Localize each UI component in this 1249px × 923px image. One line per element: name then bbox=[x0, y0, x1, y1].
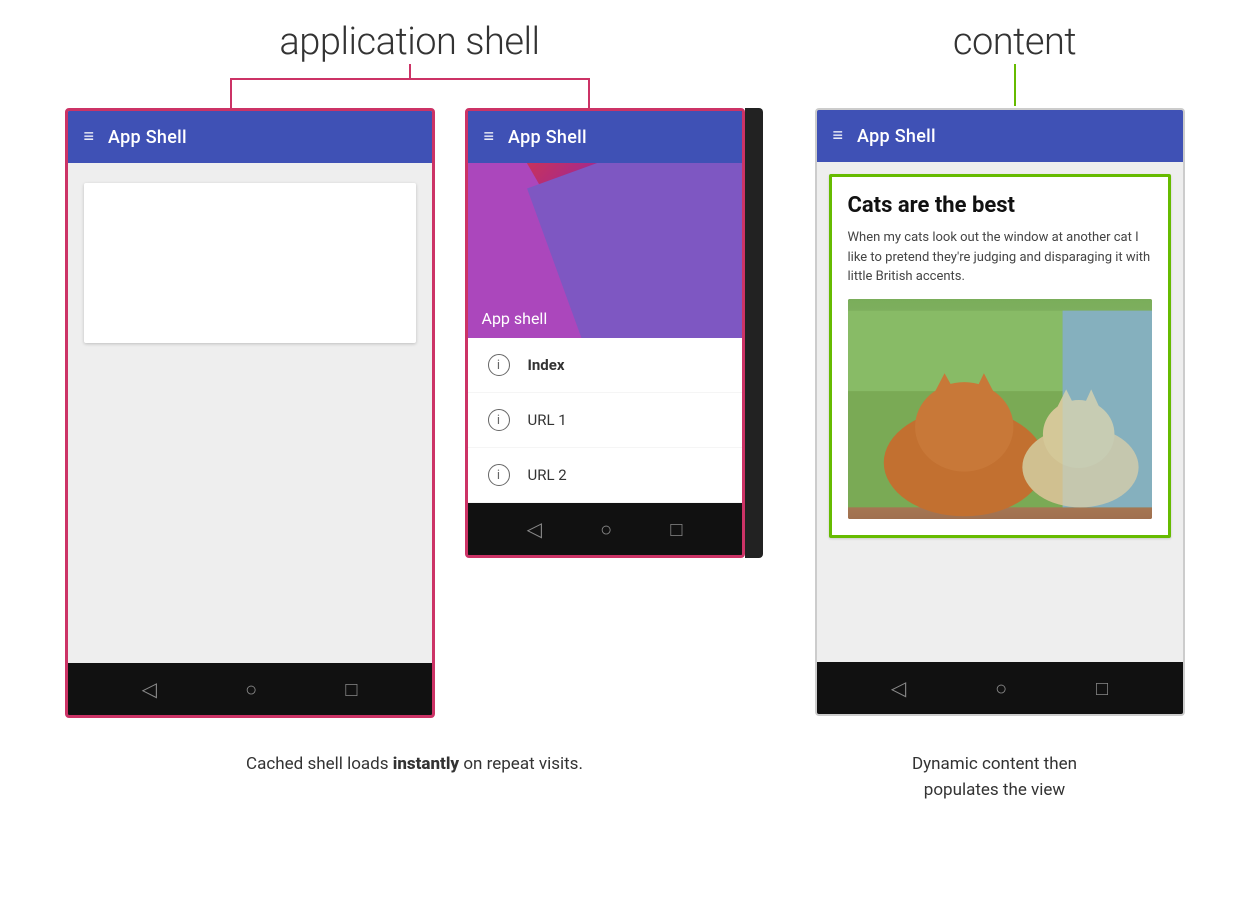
app-shell-section-header: application shell bbox=[45, 20, 775, 108]
home-icon-2: ○ bbox=[600, 517, 612, 542]
content-heading: content bbox=[953, 20, 1076, 64]
connector-line-top bbox=[409, 64, 411, 78]
app-shell-heading: application shell bbox=[279, 20, 539, 64]
hero-image: App shell bbox=[468, 163, 742, 338]
cat-description: When my cats look out the window at anot… bbox=[848, 228, 1152, 287]
cat-image bbox=[848, 299, 1152, 519]
hero-label: App shell bbox=[468, 299, 562, 338]
info-icon-url2: i bbox=[488, 464, 510, 486]
phone3-body: Cats are the best When my cats look out … bbox=[817, 162, 1183, 662]
phone1-app-bar: ≡ App Shell bbox=[68, 111, 432, 163]
back-icon-2: ◁ bbox=[527, 517, 542, 541]
drawer-item-index: i Index bbox=[468, 338, 742, 393]
phone2-body: App shell i Index i URL 1 bbox=[468, 163, 742, 503]
cat-title: Cats are the best bbox=[848, 193, 1152, 218]
caption-left-prefix: Cached shell loads bbox=[246, 754, 393, 774]
home-icon-3: ○ bbox=[995, 676, 1007, 701]
phone3-app-bar: ≡ App Shell bbox=[817, 110, 1183, 162]
phone1-title: App Shell bbox=[108, 127, 187, 148]
recent-icon-1: □ bbox=[345, 677, 357, 702]
phone2-edge bbox=[745, 108, 763, 558]
caption-left-suffix: on repeat visits. bbox=[459, 754, 583, 774]
phone1-body bbox=[68, 163, 432, 663]
caption-right-line2: populates the view bbox=[924, 780, 1065, 800]
hamburger-icon-2: ≡ bbox=[484, 128, 495, 146]
hamburger-icon-1: ≡ bbox=[84, 128, 95, 146]
cat-svg bbox=[848, 299, 1152, 519]
left-arrow-line bbox=[230, 80, 232, 108]
drawer-item-label-url1: URL 1 bbox=[528, 411, 567, 429]
back-icon-1: ◁ bbox=[142, 677, 157, 701]
caption-right-line1: Dynamic content then bbox=[912, 754, 1077, 774]
caption-left-bold: instantly bbox=[393, 754, 459, 774]
info-icon-url1: i bbox=[488, 409, 510, 431]
home-icon-1: ○ bbox=[245, 677, 257, 702]
phone1-navbar: ◁ ○ □ bbox=[68, 663, 432, 715]
recent-icon-3: □ bbox=[1096, 676, 1108, 701]
phone-3: ≡ App Shell Cats are the best When my ca… bbox=[815, 108, 1185, 716]
content-card: Cats are the best When my cats look out … bbox=[829, 174, 1171, 538]
phone3-title: App Shell bbox=[857, 126, 936, 147]
left-caption: Cached shell loads instantly on repeat v… bbox=[246, 752, 583, 778]
phone2-title: App Shell bbox=[508, 127, 587, 148]
back-icon-3: ◁ bbox=[891, 676, 906, 700]
content-section-header: content bbox=[825, 20, 1205, 106]
hamburger-icon-3: ≡ bbox=[833, 127, 844, 145]
drawer-item-url1: i URL 1 bbox=[468, 393, 742, 448]
drawer-item-label-index: Index bbox=[528, 356, 565, 374]
drawer-item-url2: i URL 2 bbox=[468, 448, 742, 503]
phone-2-wrapper: ≡ App Shell App shell bbox=[465, 108, 775, 558]
drawer-list: i Index i URL 1 i URL 2 bbox=[468, 338, 742, 503]
phone2-app-bar: ≡ App Shell bbox=[468, 111, 742, 163]
content-placeholder-1 bbox=[84, 183, 416, 343]
phone2-navbar: ◁ ○ □ bbox=[468, 503, 742, 555]
branch-line bbox=[230, 78, 590, 80]
info-icon-index: i bbox=[488, 354, 510, 376]
phone-2: ≡ App Shell App shell bbox=[465, 108, 745, 558]
content-connector-line bbox=[1014, 64, 1016, 106]
right-arrow-line bbox=[588, 80, 590, 108]
recent-icon-2: □ bbox=[670, 517, 682, 542]
phone-1: ≡ App Shell ◁ ○ □ bbox=[65, 108, 435, 718]
phone3-navbar: ◁ ○ □ bbox=[817, 662, 1183, 714]
drawer-item-label-url2: URL 2 bbox=[528, 466, 567, 484]
right-caption: Dynamic content then populates the view bbox=[912, 752, 1077, 803]
